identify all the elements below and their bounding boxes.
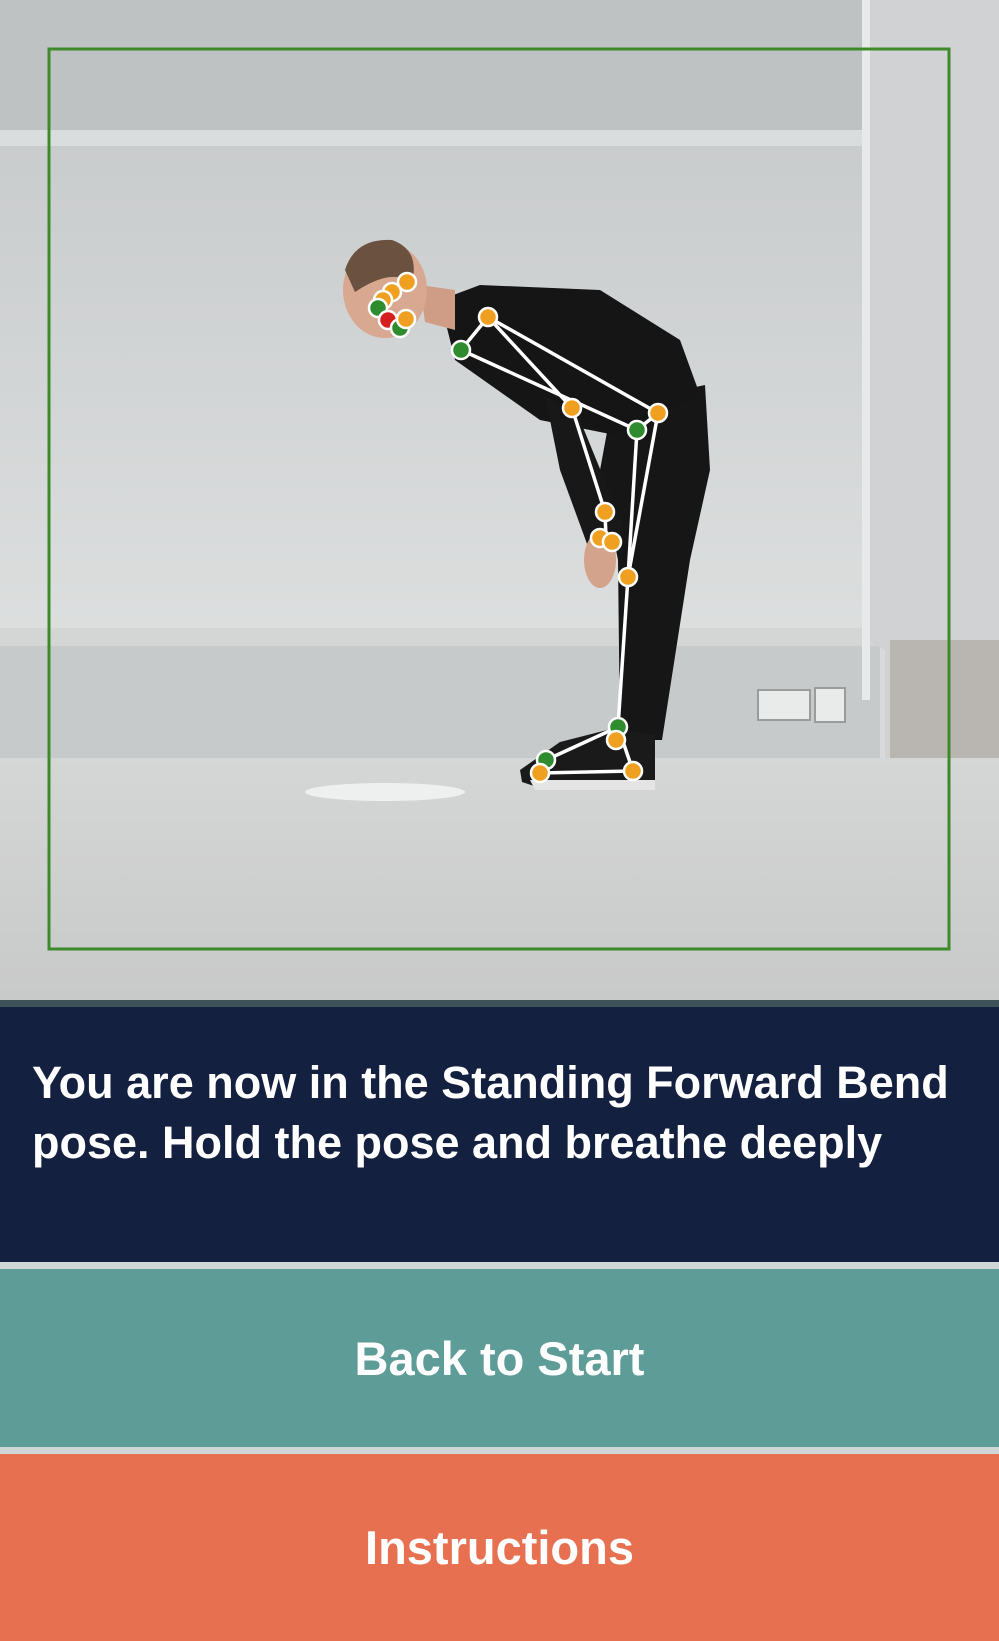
instructions-button[interactable]: Instructions <box>0 1454 999 1641</box>
wall-rail <box>0 628 880 646</box>
keypoint <box>622 760 644 782</box>
keypoint <box>617 566 639 588</box>
corner-edge <box>862 0 870 700</box>
camera-scene <box>0 0 999 1000</box>
keypoint <box>529 762 551 784</box>
pose-status-panel: You are now in the Standing Forward Bend… <box>0 1000 999 1262</box>
ceiling-area <box>0 0 999 140</box>
camera-feed <box>0 0 999 1000</box>
keypoint <box>395 308 417 330</box>
pose-app: You are now in the Standing Forward Bend… <box>0 0 999 1641</box>
keypoint <box>561 397 583 419</box>
panel-edge <box>0 130 880 146</box>
wall-outlet <box>757 689 811 721</box>
keypoint <box>601 531 623 553</box>
keypoint <box>647 402 669 424</box>
back-to-start-button[interactable]: Back to Start <box>0 1262 999 1454</box>
keypoint <box>626 419 648 441</box>
lower-wall <box>0 646 880 758</box>
floor-reflection <box>305 783 465 801</box>
pose-status-message: You are now in the Standing Forward Bend… <box>32 1057 949 1168</box>
keypoint <box>605 729 627 751</box>
keypoint <box>594 501 616 523</box>
wall-socket <box>814 687 846 723</box>
keypoint <box>477 306 499 328</box>
keypoint <box>450 339 472 361</box>
floor <box>0 758 999 1000</box>
